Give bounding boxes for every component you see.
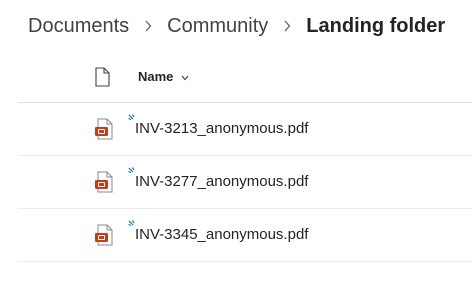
name-column-header[interactable]: Name [138,69,189,84]
column-header-row: Name [18,54,472,103]
pdf-icon [94,118,114,145]
pdf-icon [94,171,114,198]
chevron-down-icon [181,69,189,84]
breadcrumb-item-documents[interactable]: Documents [28,15,129,38]
breadcrumb-separator-icon [268,20,306,32]
file-name-link[interactable]: INV-3213_anonymous.pdf [135,120,308,137]
document-icon[interactable] [94,67,110,92]
breadcrumb-item-community[interactable]: Community [167,15,268,38]
file-row[interactable]: INV-3213_anonymous.pdf [18,103,472,156]
name-column-label: Name [138,69,174,84]
file-row[interactable]: INV-3345_anonymous.pdf [18,209,472,262]
file-name-link[interactable]: INV-3277_anonymous.pdf [135,173,308,190]
file-name-link[interactable]: INV-3345_anonymous.pdf [135,226,308,243]
breadcrumb-separator-icon [129,20,167,32]
pdf-icon [94,224,114,251]
file-row[interactable]: INV-3277_anonymous.pdf [18,156,472,209]
breadcrumb-current-folder: Landing folder [306,14,446,37]
breadcrumb: Documents Community Landing folder [28,12,445,40]
